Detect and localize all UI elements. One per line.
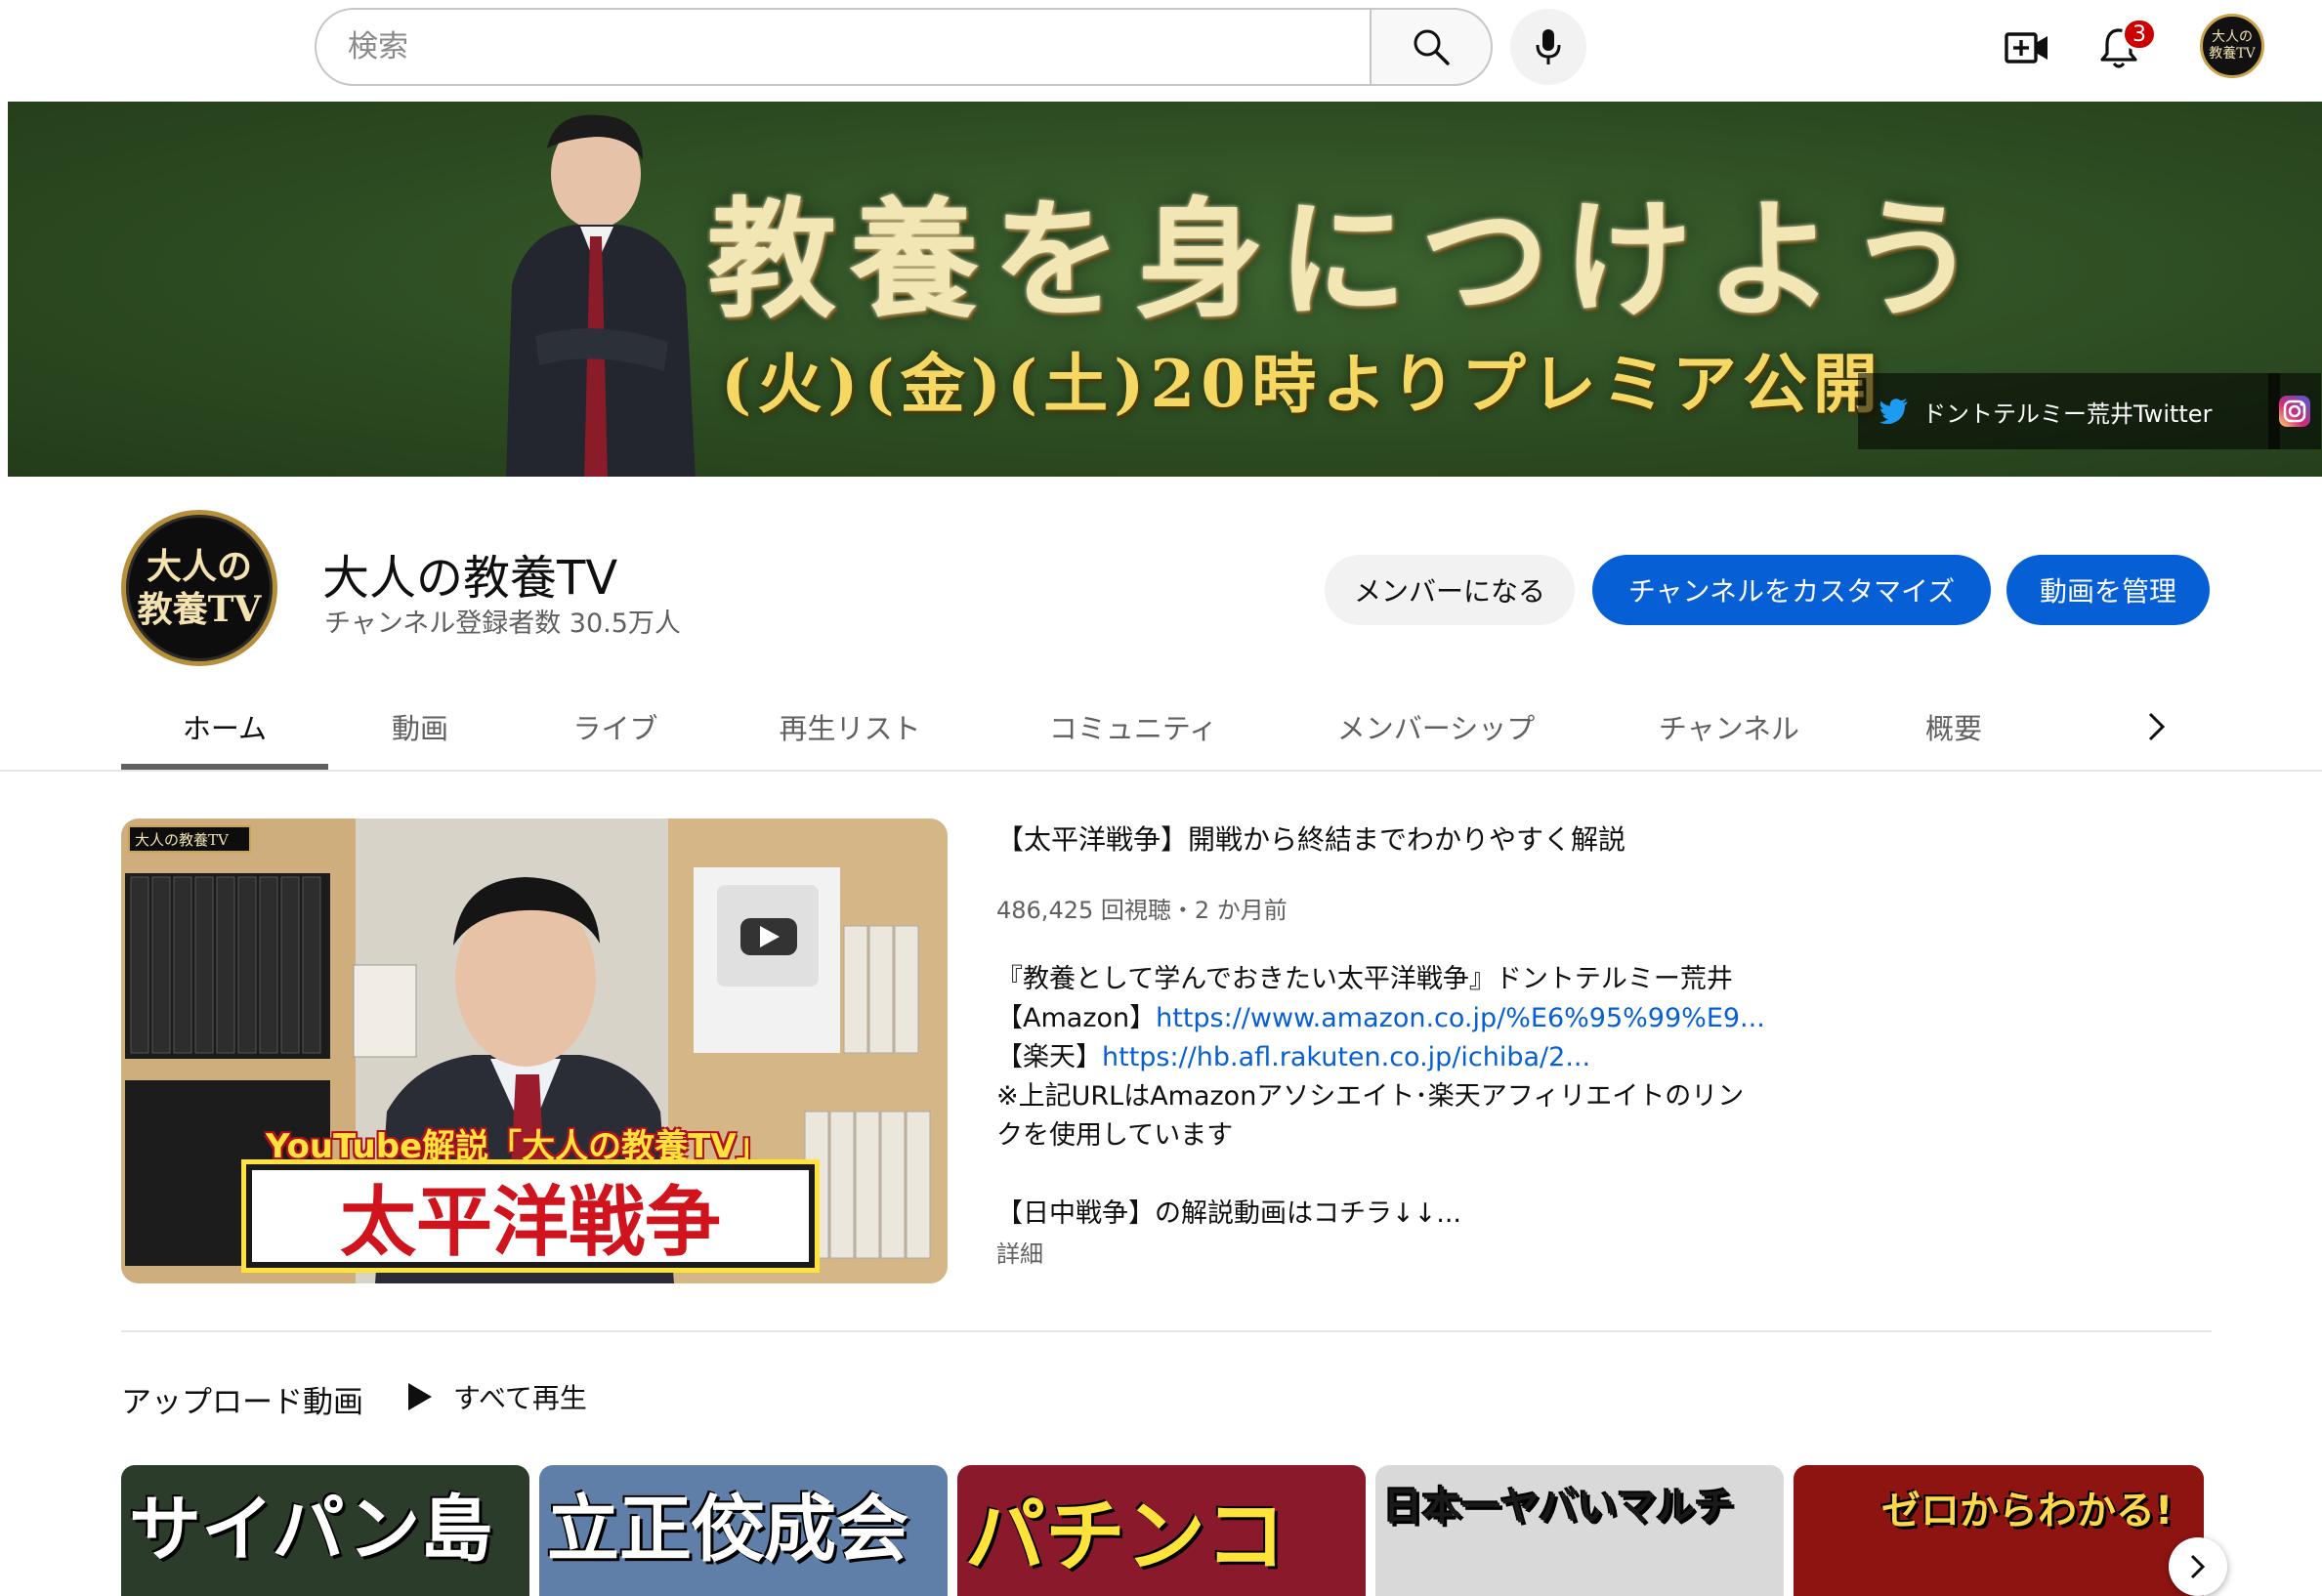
description-line: 『教養として学んでおきたい太平洋戦争』ドントテルミー荒井	[996, 964, 1733, 994]
tab-videos[interactable]: 動画	[361, 684, 479, 770]
chevron-right-icon	[2148, 712, 2166, 741]
banner-schedule: (火)(金)(土)20時よりプレミア公開	[721, 346, 1883, 422]
rakuten-link[interactable]: https://hb.afl.rakuten.co.jp/ichiba/2...	[1102, 1042, 1590, 1072]
thumbnail-channel-label: 大人の教養TV	[135, 831, 229, 849]
channel-avatar: 大人の 教養TV	[121, 510, 277, 666]
tab-live[interactable]: ライブ	[547, 684, 684, 770]
section-divider	[121, 1330, 2212, 1332]
join-membership-button[interactable]: メンバーになる	[1325, 555, 1575, 625]
video-thumbnail[interactable]: パチンコ	[957, 1465, 1366, 1596]
thumbnail-text: サイパン島	[129, 1488, 493, 1572]
thumbnail-text: ゼロからわかる!	[1881, 1489, 2174, 1533]
description-label: 【楽天】	[996, 1042, 1102, 1072]
search-icon	[1414, 29, 1450, 65]
channel-avatar-line1: 大人の	[146, 546, 252, 587]
channel-tabs: ホーム 動画 ライブ 再生リスト コミュニティ メンバーシップ チャンネル 概要	[0, 684, 2322, 772]
tabs-scroll-next-button[interactable]	[2130, 699, 2184, 754]
tab-playlists[interactable]: 再生リスト	[762, 684, 938, 770]
active-tab-indicator	[121, 764, 328, 770]
instagram-icon	[2279, 396, 2310, 427]
thumbnail-text: 立正佼成会	[547, 1488, 908, 1572]
manage-videos-button[interactable]: 動画を管理	[2006, 555, 2210, 625]
description-label: 【Amazon】	[996, 1003, 1157, 1033]
top-bar: 3 大人の 教養TV	[0, 0, 2322, 98]
banner-twitter-link[interactable]: ドントテルミー荒井Twitter	[1858, 373, 2280, 449]
twitter-icon	[1879, 399, 1908, 424]
create-video-button[interactable]	[1993, 14, 2061, 82]
microphone-icon	[1536, 29, 1561, 64]
tab-channels[interactable]: チャンネル	[1641, 684, 1817, 770]
search-input[interactable]	[315, 8, 1370, 86]
channel-avatar-line2: 教養TV	[137, 589, 262, 630]
featured-video-meta: 486,425 回視聴・2 か月前	[996, 897, 1288, 924]
channel-name: 大人の教養TV	[322, 551, 618, 606]
account-avatar[interactable]: 大人の 教養TV	[2200, 14, 2264, 78]
tab-about[interactable]: 概要	[1895, 684, 2012, 770]
video-thumbnail[interactable]: サイパン島	[121, 1465, 529, 1596]
notification-count-badge: 3	[2122, 18, 2157, 51]
video-thumbnail[interactable]: 日本一ヤバいマルチ	[1375, 1465, 1784, 1596]
play-all-button[interactable]: すべて再生	[406, 1369, 587, 1424]
account-avatar-line1: 大人の	[2211, 29, 2253, 45]
thumbnail-caption-top: YouTube解説「大人の教養TV」	[266, 1127, 770, 1166]
search-button[interactable]	[1370, 8, 1493, 86]
thumbnail-caption-main: 太平洋戦争	[246, 1164, 815, 1268]
description-line: ※上記URLはAmazonアソシエイト･楽天アフィリエイトのリン	[996, 1081, 1745, 1112]
play-all-label: すべて再生	[453, 1382, 587, 1414]
thumbnail-text: 日本一ヤバいマルチ	[1383, 1485, 1735, 1530]
tab-home[interactable]: ホーム	[121, 684, 328, 770]
search-bar	[315, 8, 1493, 86]
description-line: クを使用しています	[996, 1120, 1234, 1151]
video-add-icon	[2005, 32, 2048, 63]
voice-search-button[interactable]	[1510, 9, 1586, 85]
account-avatar-text: 大人の 教養TV	[2209, 29, 2255, 63]
subscriber-count: チャンネル登録者数 30.5万人	[324, 609, 681, 639]
customize-channel-button[interactable]: チャンネルをカスタマイズ	[1592, 555, 1991, 625]
amazon-link[interactable]: https://www.amazon.co.jp/%E6%95%99%E9...	[1156, 1003, 1765, 1033]
account-avatar-line2: 教養TV	[2209, 46, 2256, 62]
tab-community[interactable]: コミュニティ	[1035, 684, 1231, 770]
tab-membership[interactable]: メンバーシップ	[1329, 684, 1543, 770]
video-thumbnail[interactable]: 立正佼成会	[539, 1465, 948, 1596]
banner-presenter-image	[506, 114, 696, 477]
chevron-right-icon	[2190, 1554, 2206, 1579]
description-line: 【日中戦争】の解説動画はコチラ↓↓...	[996, 1198, 1461, 1229]
description-line: 【Amazon】https://www.amazon.co.jp/%E6%95%…	[996, 996, 1765, 1034]
video-thumbnail[interactable]: ゼロからわかる!	[1794, 1465, 2204, 1596]
description-line: 【楽天】https://hb.afl.rakuten.co.jp/ichiba/…	[996, 1035, 1590, 1073]
read-more-link[interactable]: 詳細	[996, 1235, 1043, 1269]
uploads-section-title: アップロード動画	[121, 1385, 363, 1420]
banner-instagram-link[interactable]	[2268, 373, 2321, 449]
thumbnails-scroll-next-button[interactable]	[2169, 1537, 2227, 1596]
featured-video-title[interactable]: 【太平洋戦争】開戦から終結までわかりやすく解説	[996, 819, 1625, 858]
play-icon	[408, 1383, 432, 1410]
thumbnail-text: パチンコ	[965, 1491, 1287, 1583]
banner-headline: 教養を身につけよう	[707, 185, 1991, 336]
channel-avatar-text: 大人の 教養TV	[138, 545, 262, 631]
banner-link-label: ドントテルミー荒井Twitter	[1922, 399, 2213, 428]
featured-video-thumbnail[interactable]: 大人の教養TV YouTube解説「大人の教養TV」 太平洋戦争	[121, 819, 948, 1283]
